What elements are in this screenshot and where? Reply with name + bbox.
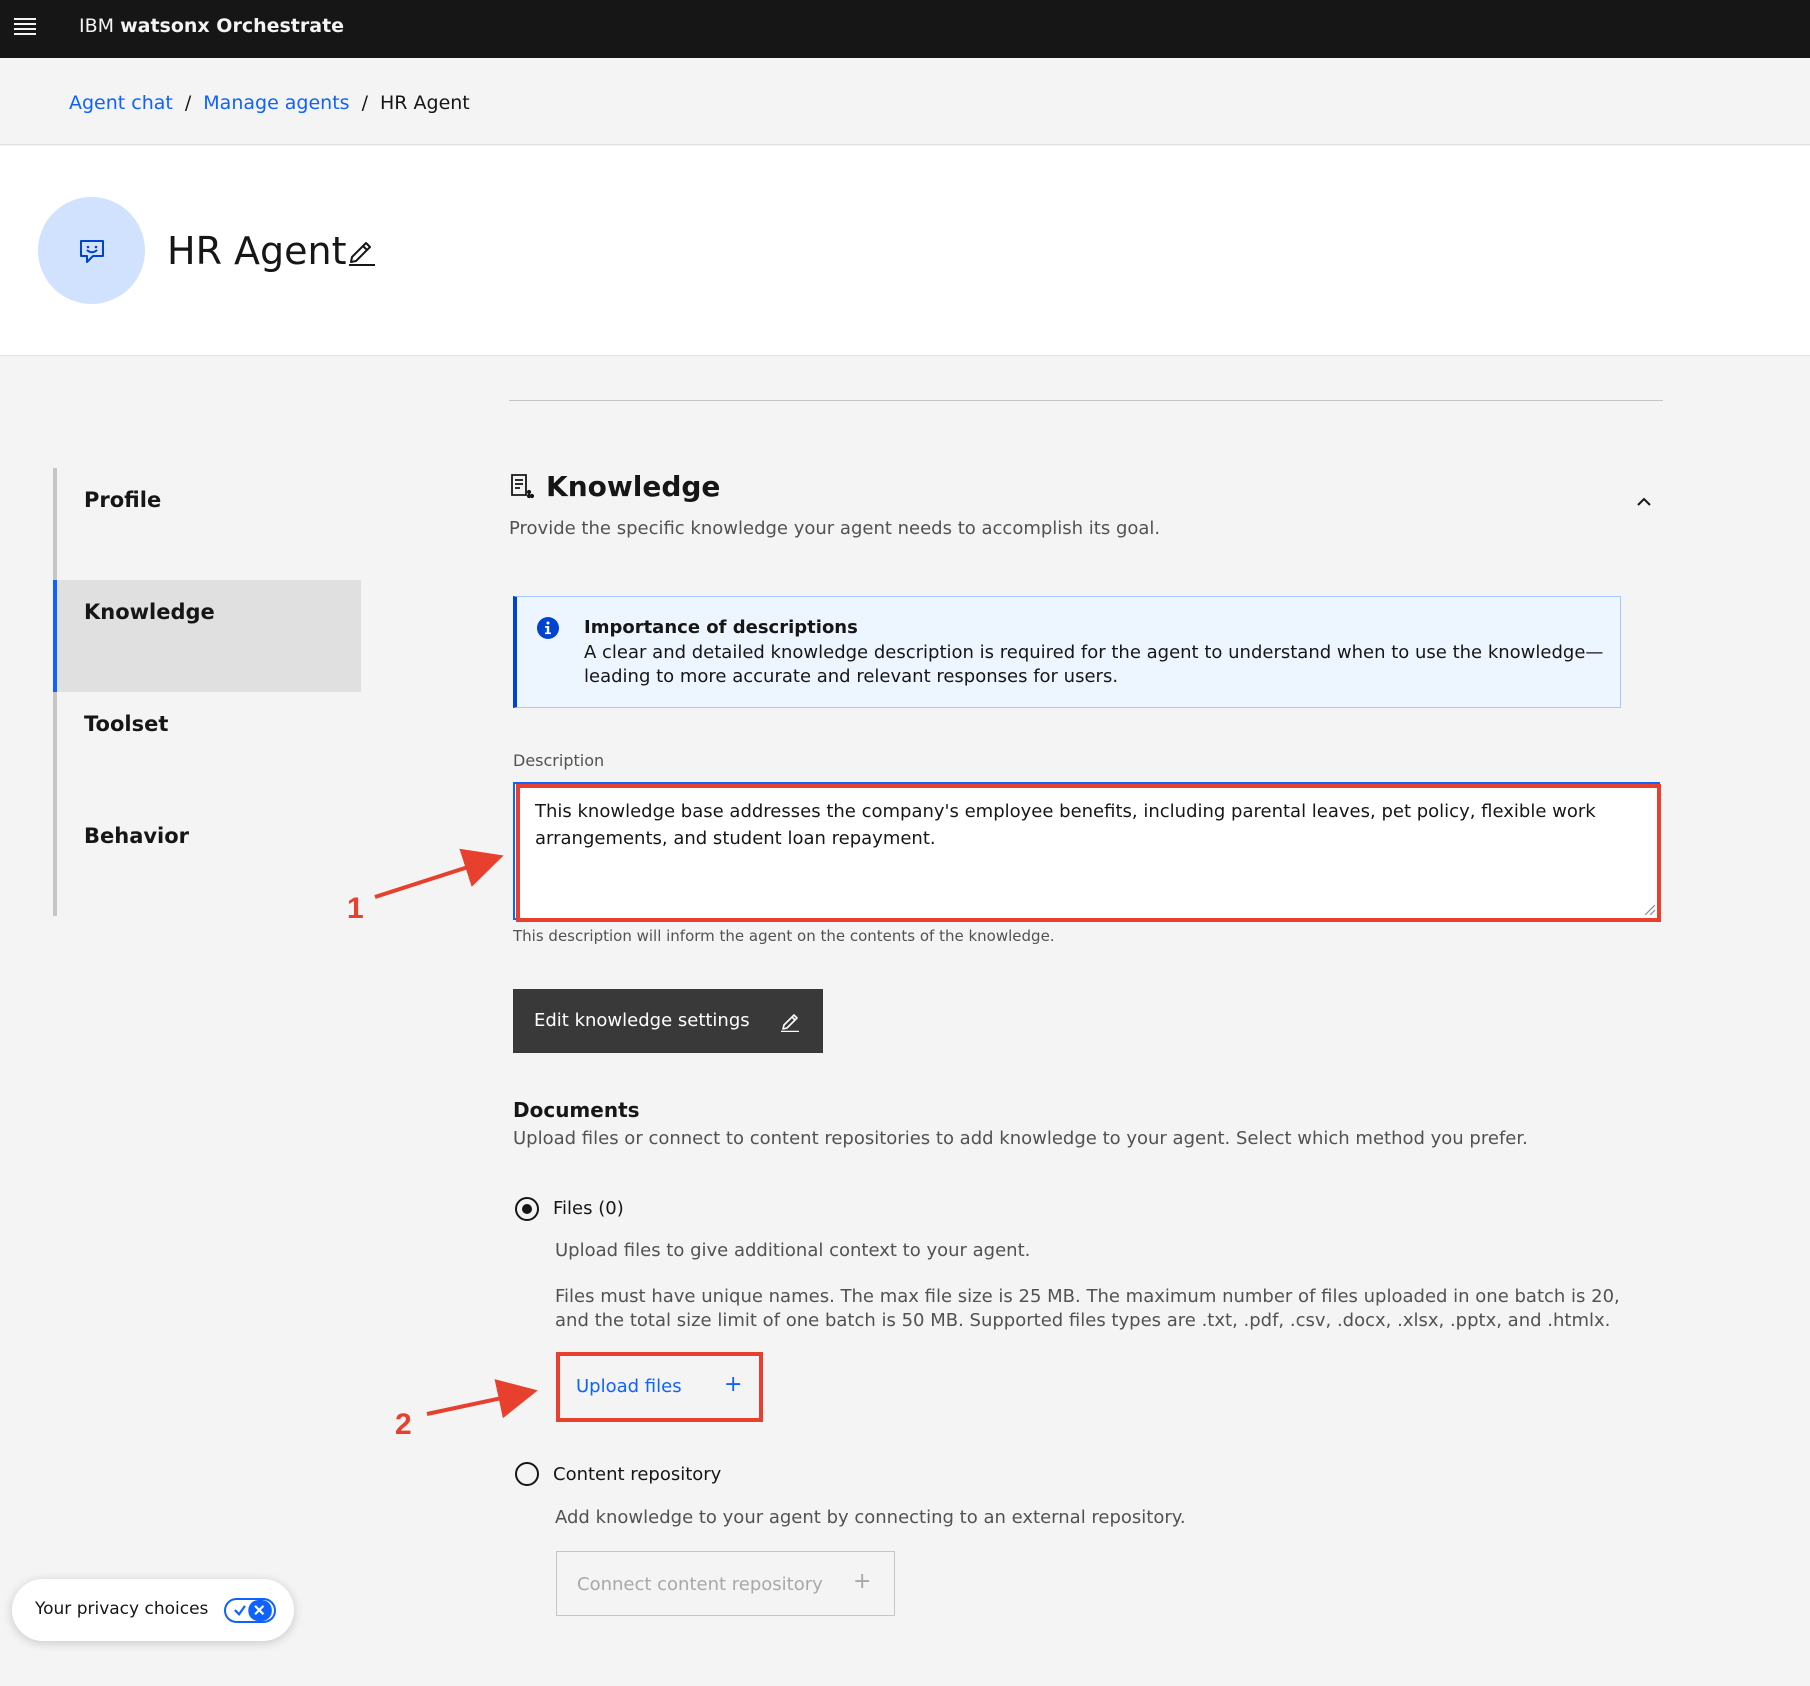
content-repository-radio-label[interactable]: Content repository	[553, 1464, 721, 1485]
edit-icon	[781, 1014, 799, 1032]
files-description: Upload files to give additional context …	[555, 1240, 1031, 1261]
connect-content-repository-button[interactable]: Connect content repository +	[556, 1551, 895, 1616]
files-rules: Files must have unique names. The max fi…	[555, 1286, 1620, 1331]
nav-item-label: Knowledge	[84, 600, 215, 624]
upload-files-label: Upload files	[576, 1376, 682, 1397]
breadcrumb-separator: /	[184, 92, 192, 114]
notification-title: Importance of descriptions	[584, 617, 858, 638]
annotation-arrow-1	[374, 848, 504, 899]
breadcrumb-separator: /	[361, 92, 368, 114]
nav-item-profile[interactable]: Profile	[57, 468, 361, 580]
annotation-label-2: 2	[395, 1408, 412, 1441]
nav-item-label: Toolset	[84, 712, 169, 736]
menu-icon[interactable]	[12, 16, 38, 40]
privacy-choices-label: Your privacy choices	[35, 1599, 209, 1619]
privacy-toggle-icon	[224, 1598, 276, 1623]
description-textarea[interactable]: This knowledge base addresses the compan…	[513, 782, 1660, 920]
section-description: Provide the specific knowledge your agen…	[509, 518, 1161, 539]
edit-name-icon[interactable]	[345, 235, 377, 267]
knowledge-icon	[511, 474, 535, 499]
files-radio-label[interactable]: Files (0)	[553, 1198, 624, 1219]
upload-files-button[interactable]: Upload files +	[556, 1354, 758, 1420]
privacy-choices-button[interactable]: Your privacy choices	[12, 1579, 294, 1641]
description-helper-text: This description will inform the agent o…	[513, 927, 1055, 945]
documents-title: Documents	[513, 1098, 640, 1122]
files-radio[interactable]	[515, 1197, 539, 1221]
section-title: Knowledge	[546, 470, 721, 503]
top-bar: IBM watsonx Orchestrate	[0, 0, 1810, 58]
agent-avatar	[38, 197, 145, 304]
breadcrumb-bar: Agent chat / Manage agents / HR Agent	[0, 58, 1810, 145]
edit-knowledge-settings-label: Edit knowledge settings	[534, 1010, 750, 1031]
breadcrumb-agent-chat[interactable]: Agent chat	[69, 92, 173, 114]
nav-item-toolset[interactable]: Toolset	[57, 692, 361, 804]
breadcrumb: Agent chat / Manage agents / HR Agent	[69, 92, 470, 114]
annotation-label-1: 1	[347, 892, 364, 925]
breadcrumb-manage-agents[interactable]: Manage agents	[203, 92, 349, 114]
nav-item-behavior[interactable]: Behavior	[57, 804, 361, 916]
resize-handle-icon[interactable]	[1643, 903, 1655, 915]
annotation-arrow-2	[426, 1379, 538, 1419]
edit-knowledge-settings-button[interactable]: Edit knowledge settings	[513, 989, 823, 1053]
agent-header: HR Agent	[0, 146, 1810, 356]
app-brand[interactable]: IBM watsonx Orchestrate	[79, 15, 344, 37]
chevron-up-icon[interactable]	[1632, 490, 1656, 514]
info-icon	[537, 617, 559, 639]
documents-description: Upload files or connect to content repos…	[513, 1128, 1528, 1149]
info-notification: Importance of descriptions A clear and d…	[513, 596, 1621, 708]
content-repository-description: Add knowledge to your agent by connectin…	[555, 1507, 1186, 1528]
description-value: This knowledge base addresses the compan…	[535, 801, 1596, 849]
content-repository-radio[interactable]	[515, 1462, 539, 1486]
description-label: Description	[513, 751, 605, 770]
add-icon: +	[724, 1372, 743, 1397]
breadcrumb-current: HR Agent	[379, 92, 470, 114]
nav-item-label: Behavior	[84, 824, 190, 848]
nav-active-indicator	[53, 580, 57, 692]
chat-bot-icon	[79, 239, 104, 263]
nav-item-label: Profile	[84, 488, 162, 512]
page-title: HR Agent	[167, 229, 347, 273]
section-divider	[509, 400, 1663, 401]
brand-prefix: IBM	[79, 15, 121, 37]
notification-body: A clear and detailed knowledge descripti…	[584, 642, 1604, 687]
nav-item-knowledge[interactable]: Knowledge	[57, 580, 361, 692]
connect-content-repository-label: Connect content repository	[577, 1574, 823, 1595]
add-icon: +	[853, 1569, 872, 1594]
side-nav: Profile Knowledge Toolset Behavior	[53, 468, 361, 916]
brand-name: watsonx Orchestrate	[120, 15, 345, 37]
